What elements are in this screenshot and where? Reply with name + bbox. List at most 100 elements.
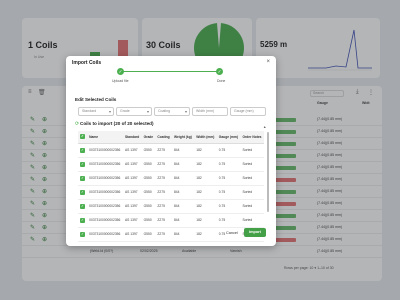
row-select-cell[interactable]: ✓ bbox=[78, 199, 88, 214]
table-cell: 00373100000002356 bbox=[87, 185, 123, 200]
table-cell: 0.75 bbox=[216, 213, 241, 228]
table-row[interactable]: ✓ 00373100000002356 AS 1397 G550 Z275 844 182 0… bbox=[78, 143, 264, 158]
table-cell: G550 bbox=[141, 185, 156, 200]
column-header[interactable]: Weight (kg) bbox=[171, 131, 195, 144]
select-all-checkbox[interactable]: ✓ bbox=[80, 134, 85, 140]
table-cell: 844 bbox=[171, 171, 195, 186]
table-cell: 182 bbox=[194, 143, 217, 158]
import-button[interactable]: Import bbox=[244, 228, 266, 237]
table-cell: AS 1397 bbox=[122, 143, 142, 158]
column-header[interactable]: Coating bbox=[155, 131, 172, 144]
table-row[interactable]: ✓ 00373100000002356 AS 1397 G550 Z275 844 182 0… bbox=[78, 185, 264, 200]
table-cell: 00373100000002356 bbox=[87, 213, 123, 228]
table-cell: G550 bbox=[141, 213, 156, 228]
table-cell: Z275 bbox=[155, 199, 172, 214]
column-header[interactable]: Name bbox=[87, 131, 123, 144]
row-select-cell[interactable]: ✓ bbox=[78, 157, 88, 172]
coating-placeholder: Coating bbox=[158, 109, 171, 113]
table-cell: 00373100000002356 bbox=[87, 171, 123, 186]
table-row[interactable]: ✓ 00373100000002356 AS 1397 G550 Z275 844 182 0… bbox=[78, 213, 264, 228]
standard-placeholder: Standard bbox=[82, 109, 97, 113]
table-cell: 0.75 bbox=[216, 171, 241, 186]
step-done-check-icon: ✓ bbox=[216, 68, 223, 75]
table-row[interactable]: ✓ 00373100000002356 AS 1397 G550 Z275 844 182 0… bbox=[78, 157, 264, 172]
row-select-cell[interactable]: ✓ bbox=[78, 227, 88, 242]
column-header[interactable]: Standard bbox=[122, 131, 142, 144]
table-cell: Z275 bbox=[155, 185, 172, 200]
row-checkbox[interactable]: ✓ bbox=[80, 175, 85, 181]
grade-placeholder: Grade bbox=[120, 109, 130, 113]
row-select-cell[interactable]: ✓ bbox=[78, 213, 88, 228]
table-row[interactable]: ✓ 00373100000002356 AS 1397 G550 Z275 844 182 0… bbox=[78, 199, 264, 214]
coating-select[interactable]: Coating ▾ bbox=[154, 107, 190, 116]
chevron-down-icon: ▾ bbox=[108, 109, 111, 114]
table-cell: Z275 bbox=[155, 171, 172, 186]
column-header[interactable]: Gauge (mm) bbox=[216, 131, 241, 144]
dialog-title: Import Coils bbox=[72, 60, 102, 66]
row-select-cell[interactable]: ✓ bbox=[78, 185, 88, 200]
row-checkbox[interactable]: ✓ bbox=[80, 217, 85, 223]
select-all-header[interactable]: ✓ bbox=[78, 131, 88, 144]
table-cell: Sorted bbox=[240, 143, 264, 158]
table-cell: Z275 bbox=[155, 227, 172, 242]
table-cell: 844 bbox=[171, 143, 195, 158]
table-cell: Z275 bbox=[155, 213, 172, 228]
table-cell: Sorted bbox=[240, 171, 264, 186]
column-header[interactable]: Width (mm) bbox=[194, 131, 217, 144]
table-cell: 0.75 bbox=[216, 157, 241, 172]
table-cell: 844 bbox=[171, 227, 195, 242]
step-upload-label: Upload file bbox=[112, 79, 129, 83]
table-cell: 00373100000002356 bbox=[87, 199, 123, 214]
row-select-cell[interactable]: ✓ bbox=[78, 143, 88, 158]
table-cell: G550 bbox=[141, 171, 156, 186]
row-checkbox[interactable]: ✓ bbox=[80, 231, 85, 237]
table-row[interactable]: ✓ 00373100000002356 AS 1397 G550 Z275 844 182 0… bbox=[78, 171, 264, 186]
cancel-button[interactable]: Cancel bbox=[226, 231, 238, 235]
table-cell: AS 1397 bbox=[122, 227, 142, 242]
table-cell: Sorted bbox=[240, 213, 264, 228]
table-cell: 182 bbox=[194, 185, 217, 200]
step-done-label: Done bbox=[217, 79, 226, 83]
table-cell: 844 bbox=[171, 157, 195, 172]
table-cell: AS 1397 bbox=[122, 199, 142, 214]
width-input[interactable]: Width (mm) bbox=[192, 107, 228, 116]
row-checkbox[interactable]: ✓ bbox=[80, 161, 85, 167]
refresh-icon: ⟳ bbox=[75, 121, 80, 127]
table-cell: 182 bbox=[194, 171, 217, 186]
table-cell: 844 bbox=[171, 213, 195, 228]
close-icon[interactable]: × bbox=[266, 59, 270, 65]
row-checkbox[interactable]: ✓ bbox=[80, 189, 85, 195]
table-cell: 0.75 bbox=[216, 199, 241, 214]
column-header[interactable]: Order Notes bbox=[240, 131, 264, 144]
table-cell: G550 bbox=[141, 199, 156, 214]
table-cell: G550 bbox=[141, 227, 156, 242]
row-checkbox[interactable]: ✓ bbox=[80, 203, 85, 209]
table-cell: AS 1397 bbox=[122, 213, 142, 228]
table-cell: 844 bbox=[171, 185, 195, 200]
table-cell: Z275 bbox=[155, 143, 172, 158]
scroll-up-icon[interactable]: ▲ bbox=[263, 125, 266, 129]
standard-select[interactable]: Standard ▾ bbox=[78, 107, 114, 116]
row-select-cell[interactable]: ✓ bbox=[78, 171, 88, 186]
column-header[interactable]: Grade bbox=[141, 131, 156, 144]
table-cell: Sorted bbox=[240, 157, 264, 172]
gauge-placeholder: Gauge (mm) bbox=[234, 109, 254, 113]
chevron-down-icon: ▾ bbox=[146, 109, 149, 114]
table-cell: AS 1397 bbox=[122, 185, 142, 200]
width-placeholder: Width (mm) bbox=[196, 109, 215, 113]
table-cell: 0.75 bbox=[216, 143, 241, 158]
table-cell: 00373100000002356 bbox=[87, 143, 123, 158]
row-checkbox[interactable]: ✓ bbox=[80, 147, 85, 153]
import-coils-dialog: Import Coils × ✓ ✓ Upload file Done Edit… bbox=[66, 56, 276, 246]
table-cell: G550 bbox=[141, 143, 156, 158]
table-cell: 00373100000002356 bbox=[87, 157, 123, 172]
table-cell: Z275 bbox=[155, 157, 172, 172]
section-title: Edit Selected Coils bbox=[75, 97, 117, 102]
coils-to-import-heading: Coils to import (20 of 20 selected) bbox=[80, 121, 154, 126]
chevron-down-icon: ▾ bbox=[184, 109, 187, 114]
gauge-input[interactable]: Gauge (mm) bbox=[230, 107, 266, 116]
table-cell: AS 1397 bbox=[122, 171, 142, 186]
grade-select[interactable]: Grade ▾ bbox=[116, 107, 152, 116]
step-upload-check-icon: ✓ bbox=[117, 68, 124, 75]
table-scrollbar[interactable] bbox=[267, 132, 269, 212]
